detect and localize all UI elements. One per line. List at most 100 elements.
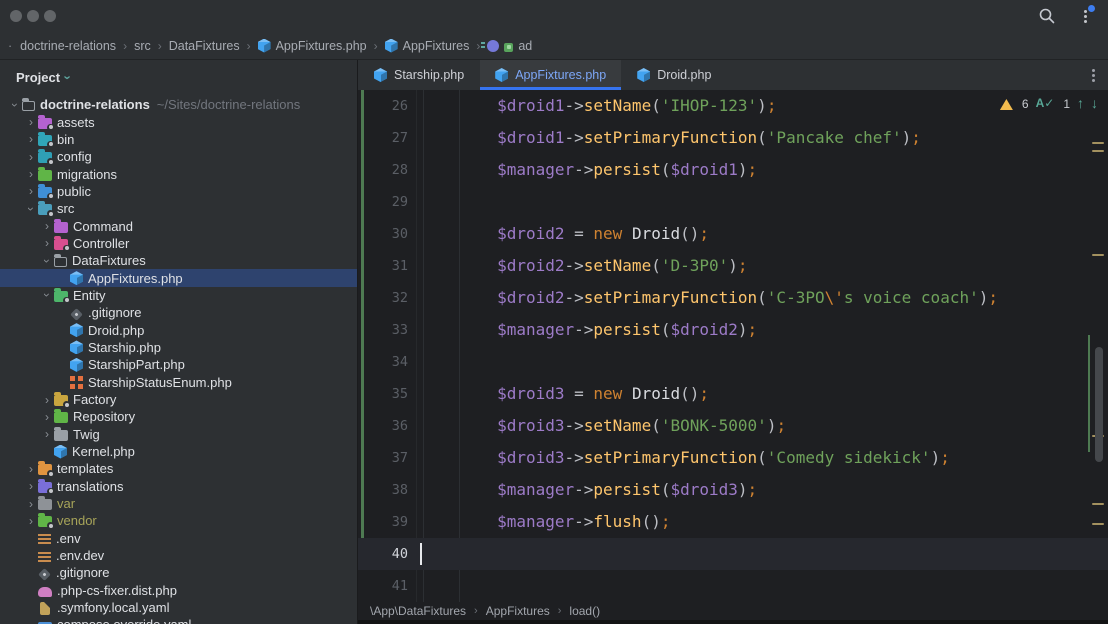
- chevron-expanded-icon[interactable]: ›: [24, 202, 38, 216]
- breadcrumb-item[interactable]: ad: [481, 39, 532, 53]
- warning-stripe-mark[interactable]: [1092, 254, 1104, 256]
- tree-item-.symfony.local.yaml[interactable]: .symfony.local.yaml: [0, 599, 357, 616]
- tree-item-Factory[interactable]: › Factory: [0, 391, 357, 409]
- chevron-expanded-icon[interactable]: ›: [8, 98, 22, 112]
- tree-item-config[interactable]: › config: [0, 148, 357, 166]
- warning-stripe-mark[interactable]: [1092, 523, 1104, 525]
- tree-item-translations[interactable]: › translations: [0, 478, 357, 495]
- code-line-29[interactable]: 29: [358, 186, 1108, 218]
- tree-item-StarshipPart.php[interactable]: StarshipPart.php: [0, 356, 357, 373]
- tree-item-Command[interactable]: › Command: [0, 217, 357, 234]
- breadcrumb-item[interactable]: doctrine-relations: [20, 39, 116, 53]
- previous-problem-arrow-icon[interactable]: ↑: [1077, 96, 1084, 111]
- tree-item-migrations[interactable]: › migrations: [0, 165, 357, 182]
- minimize-window-button[interactable]: [27, 10, 39, 22]
- tree-item-.php-cs-fixer.dist.php[interactable]: .php-cs-fixer.dist.php: [0, 582, 357, 599]
- tab-Droid.php[interactable]: Droid.php: [622, 60, 726, 90]
- search-icon[interactable]: [1038, 7, 1056, 25]
- editor-breadcrumb-item[interactable]: AppFixtures: [486, 604, 550, 618]
- token: ;: [737, 256, 748, 275]
- warning-stripe-mark[interactable]: [1092, 150, 1104, 152]
- chevron-expanded-icon[interactable]: ›: [40, 288, 54, 302]
- breadcrumb-item[interactable]: DataFixtures: [169, 39, 240, 53]
- code-line-41[interactable]: 41: [358, 570, 1108, 602]
- tree-item-vendor[interactable]: › vendor: [0, 512, 357, 530]
- tree-item-.env.dev[interactable]: .env.dev: [0, 547, 357, 564]
- tab-options-kebab-icon[interactable]: [1089, 66, 1099, 84]
- token: ->: [564, 448, 584, 467]
- tree-item-src[interactable]: › src: [0, 200, 357, 218]
- token: $droid2: [497, 256, 565, 275]
- code-line-39[interactable]: 39 $manager->flush();: [358, 506, 1108, 538]
- tree-item-DataFixtures[interactable]: › DataFixtures: [0, 252, 357, 269]
- code-line-28[interactable]: 28 $manager->persist($droid1);: [358, 154, 1108, 186]
- tree-item-AppFixtures.php[interactable]: AppFixtures.php: [0, 269, 357, 287]
- tree-item-doctrine-relations[interactable]: › doctrine-relations ~/Sites/doctrine-rela…: [0, 96, 357, 113]
- warning-stripe-mark[interactable]: [1092, 503, 1104, 505]
- warning-stripe-mark[interactable]: [1092, 142, 1104, 144]
- code-line-35[interactable]: 35 $droid3 = new Droid();: [358, 378, 1108, 410]
- code-line-34[interactable]: 34: [358, 346, 1108, 378]
- chevron-collapsed-icon[interactable]: ›: [24, 133, 38, 145]
- chevron-collapsed-icon[interactable]: ›: [24, 498, 38, 510]
- chevron-collapsed-icon[interactable]: ›: [24, 116, 38, 128]
- code-line-40[interactable]: 40: [358, 538, 1108, 570]
- code-editor[interactable]: 26 $droid1->setName('IHOP-123'); 27 $droi…: [358, 90, 1108, 602]
- code-line-37[interactable]: 37 $droid3->setPrimaryFunction('Comedy s…: [358, 442, 1108, 474]
- tree-item-Droid.php[interactable]: Droid.php: [0, 321, 357, 338]
- code-line-33[interactable]: 33 $manager->persist($droid2);: [358, 314, 1108, 346]
- error-stripe[interactable]: [1086, 90, 1108, 602]
- chevron-collapsed-icon[interactable]: ›: [40, 394, 54, 406]
- chevron-collapsed-icon[interactable]: ›: [24, 185, 38, 197]
- chevron-collapsed-icon[interactable]: ›: [40, 220, 54, 232]
- chevron-collapsed-icon[interactable]: ›: [24, 463, 38, 475]
- code-line-38[interactable]: 38 $manager->persist($droid3);: [358, 474, 1108, 506]
- tab-Starship.php[interactable]: Starship.php: [359, 60, 479, 90]
- next-problem-arrow-icon[interactable]: ↓: [1091, 96, 1098, 111]
- inspections-widget[interactable]: 6 A✓ 1 ↑ ↓: [999, 96, 1098, 111]
- code-line-26[interactable]: 26 $droid1->setName('IHOP-123');: [358, 90, 1108, 122]
- tree-item-Controller[interactable]: › Controller: [0, 235, 357, 252]
- editor-breadcrumb-item[interactable]: load(): [569, 604, 600, 618]
- tree-item-compose.override.yaml[interactable]: compose.override.yaml: [0, 616, 357, 624]
- code-line-32[interactable]: 32 $droid2->setPrimaryFunction('C-3PO\'s…: [358, 282, 1108, 314]
- tab-AppFixtures.php[interactable]: AppFixtures.php: [480, 60, 622, 90]
- tree-item-templates[interactable]: › templates: [0, 460, 357, 478]
- project-panel-header[interactable]: Project ›: [0, 60, 357, 94]
- chevron-collapsed-icon[interactable]: ›: [24, 480, 38, 492]
- tree-item-.env[interactable]: .env: [0, 530, 357, 547]
- code-line-30[interactable]: 30 $droid2 = new Droid();: [358, 218, 1108, 250]
- breadcrumb-item[interactable]: src: [134, 39, 151, 53]
- kebab-menu-icon[interactable]: [1078, 5, 1095, 25]
- tree-item-Twig[interactable]: › Twig: [0, 426, 357, 443]
- tree-item-.gitignore[interactable]: .gitignore: [0, 304, 357, 321]
- tree-item-Starship.php[interactable]: Starship.php: [0, 339, 357, 356]
- chevron-collapsed-icon[interactable]: ›: [24, 515, 38, 527]
- tree-item-bin[interactable]: › bin: [0, 131, 357, 148]
- code-line-36[interactable]: 36 $droid3->setName('BONK-5000');: [358, 410, 1108, 442]
- chevron-collapsed-icon[interactable]: ›: [40, 428, 54, 440]
- editor-breadcrumb-item[interactable]: \App\DataFixtures: [370, 604, 466, 618]
- chevron-collapsed-icon[interactable]: ›: [40, 237, 54, 249]
- code-line-31[interactable]: 31 $droid2->setName('D-3P0');: [358, 250, 1108, 282]
- breadcrumb-item[interactable]: AppFixtures: [384, 38, 469, 53]
- tree-item-Entity[interactable]: › Entity: [0, 287, 357, 304]
- tree-item-Repository[interactable]: › Repository: [0, 408, 357, 425]
- token: ->: [564, 288, 584, 307]
- chevron-collapsed-icon[interactable]: ›: [40, 411, 54, 423]
- breadcrumb-item[interactable]: AppFixtures.php: [257, 38, 367, 53]
- tree-item-label: .gitignore: [56, 565, 110, 581]
- chevron-collapsed-icon[interactable]: ›: [24, 151, 38, 163]
- chevron-collapsed-icon[interactable]: ›: [24, 168, 38, 180]
- tree-item-var[interactable]: › var: [0, 495, 357, 512]
- maximize-window-button[interactable]: [44, 10, 56, 22]
- tree-item-assets[interactable]: › assets: [0, 113, 357, 131]
- tree-item-public[interactable]: › public: [0, 183, 357, 200]
- tree-item-.gitignore[interactable]: .gitignore: [0, 564, 357, 581]
- tree-item-Kernel.php[interactable]: Kernel.php: [0, 443, 357, 460]
- code-line-27[interactable]: 27 $droid1->setPrimaryFunction('Pancake …: [358, 122, 1108, 154]
- close-window-button[interactable]: [10, 10, 22, 22]
- chevron-expanded-icon[interactable]: ›: [40, 254, 54, 268]
- scrollbar-thumb[interactable]: [1095, 347, 1103, 462]
- tree-item-StarshipStatusEnum.php[interactable]: StarshipStatusEnum.php: [0, 374, 357, 391]
